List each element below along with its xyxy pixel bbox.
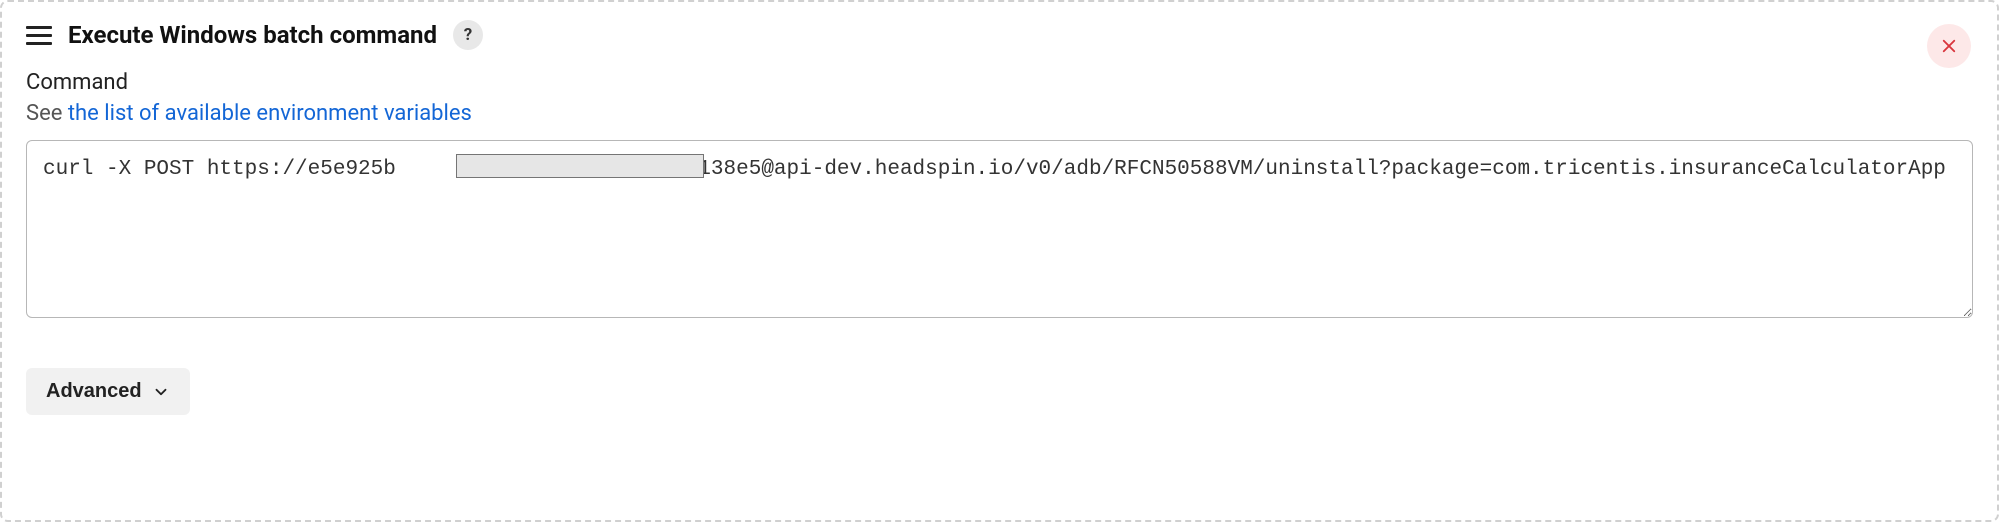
chevron-down-icon	[152, 383, 170, 401]
command-textarea-wrap	[26, 140, 1973, 322]
drag-handle-icon[interactable]	[26, 26, 52, 45]
help-icon[interactable]: ?	[453, 20, 483, 50]
step-header: Execute Windows batch command ?	[26, 20, 1973, 50]
advanced-label: Advanced	[46, 380, 142, 403]
build-step-panel: Execute Windows batch command ? Command …	[0, 0, 1999, 522]
advanced-button[interactable]: Advanced	[26, 368, 190, 415]
close-button[interactable]	[1927, 24, 1971, 68]
step-title: Execute Windows batch command	[68, 21, 437, 49]
command-label: Command	[26, 70, 1973, 95]
command-textarea[interactable]	[26, 140, 1973, 318]
help-prefix: See	[26, 101, 68, 126]
close-icon	[1940, 37, 1958, 55]
command-help-text: See the list of available environment va…	[26, 101, 1973, 126]
env-variables-link[interactable]: the list of available environment variab…	[68, 101, 472, 126]
